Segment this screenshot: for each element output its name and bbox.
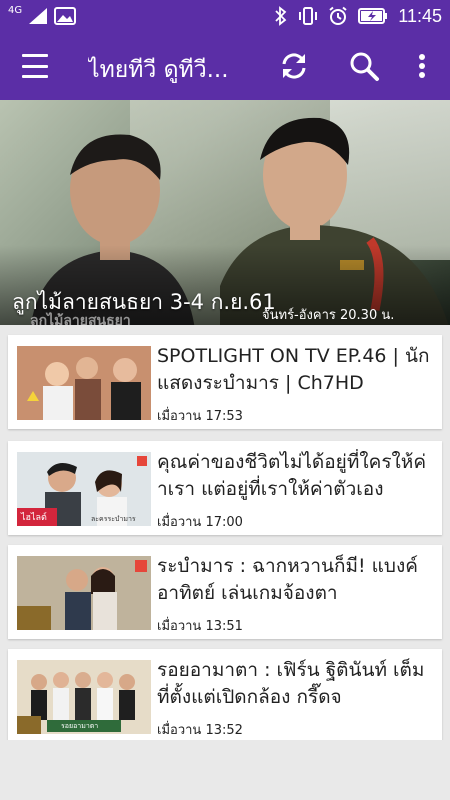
status-bar: 4G 11:45 bbox=[0, 0, 450, 32]
video-thumbnail: รอยอามาตา bbox=[17, 660, 151, 734]
featured-video-banner[interactable]: ลูกไม้ลายสนธยา 3-4 ก.ย.61 ลูกไม้ลายสนธยา bbox=[0, 100, 450, 325]
bottom-empty-area bbox=[0, 740, 450, 800]
search-icon bbox=[350, 52, 379, 81]
refresh-icon bbox=[282, 53, 306, 79]
video-thumbnail: ไฮไลต์ ละครระบำมาร bbox=[17, 452, 151, 526]
video-timestamp: เมื่อวาน 13:51 bbox=[157, 619, 243, 634]
hero-schedule: จันทร์-อังคาร 20.30 น. bbox=[262, 308, 395, 323]
thumbnail-badge-text: ไฮไลต์ bbox=[21, 513, 47, 523]
menu-icon-bar bbox=[22, 54, 48, 57]
thumbnail-image bbox=[17, 346, 151, 420]
thumbnail-image bbox=[17, 556, 151, 630]
vibrate-icon bbox=[299, 7, 318, 25]
status-right: 11:45 bbox=[274, 4, 442, 28]
menu-button[interactable] bbox=[18, 51, 52, 81]
video-timestamp: เมื่อวาน 13:52 bbox=[157, 723, 243, 738]
network-type: 4G bbox=[8, 5, 23, 16]
video-timestamp: เมื่อวาน 17:00 bbox=[157, 515, 243, 530]
thumbnail-banner-text: รอยอามาตา bbox=[61, 722, 99, 730]
more-options-button[interactable] bbox=[404, 48, 440, 84]
menu-icon-bar bbox=[22, 64, 48, 68]
refresh-button[interactable] bbox=[276, 48, 312, 84]
video-title: รอยอามาตา : เฟิร์น ฐิตินันท์ เต็มที่ตั้ง… bbox=[157, 659, 425, 708]
thumbnail-show-text: ละครระบำมาร bbox=[91, 515, 136, 523]
video-title: SPOTLIGHT ON TV EP.46 | นักแสดงระบำมาร |… bbox=[157, 345, 430, 394]
video-card[interactable]: รอยอามาตา รอยอามาตา : เฟิร์น ฐิตินันท์ เ… bbox=[8, 649, 442, 740]
status-left: 4G bbox=[8, 4, 77, 28]
video-card[interactable]: SPOTLIGHT ON TV EP.46 | นักแสดงระบำมาร |… bbox=[8, 335, 442, 429]
bluetooth-icon bbox=[275, 6, 287, 26]
hero-show-watermark: ลูกไม้ลายสนธยา bbox=[30, 313, 131, 325]
app-bar: ไทยทีวี ดูทีวี... bbox=[0, 32, 450, 100]
video-timestamp: เมื่อวาน 17:53 bbox=[157, 409, 243, 424]
image-icon bbox=[54, 7, 77, 25]
more-vert-icon bbox=[419, 54, 425, 78]
video-title: ระบำมาร : ฉากหวานก็มี! แบงค์ อาทิตย์ เล่… bbox=[157, 555, 418, 604]
search-button[interactable] bbox=[346, 48, 382, 84]
alarm-icon bbox=[329, 6, 347, 25]
clock: 11:45 bbox=[398, 5, 442, 26]
app-title: ไทยทีวี ดูทีวี... bbox=[88, 57, 229, 83]
video-thumbnail bbox=[17, 556, 151, 630]
signal-icon bbox=[29, 8, 48, 24]
video-card[interactable]: ไฮไลต์ ละครระบำมาร คุณค่าของชีวิตไม่ได้อ… bbox=[8, 441, 442, 535]
video-thumbnail bbox=[17, 346, 151, 420]
video-title: คุณค่าของชีวิตไม่ได้อยู่ที่ใครให้ค่าเรา … bbox=[157, 451, 427, 500]
video-list[interactable]: SPOTLIGHT ON TV EP.46 | นักแสดงระบำมาร |… bbox=[0, 325, 450, 740]
menu-icon-bar bbox=[22, 75, 48, 78]
battery-charging-icon bbox=[358, 8, 388, 24]
video-card[interactable]: ระบำมาร : ฉากหวานก็มี! แบงค์ อาทิตย์ เล่… bbox=[8, 545, 442, 639]
